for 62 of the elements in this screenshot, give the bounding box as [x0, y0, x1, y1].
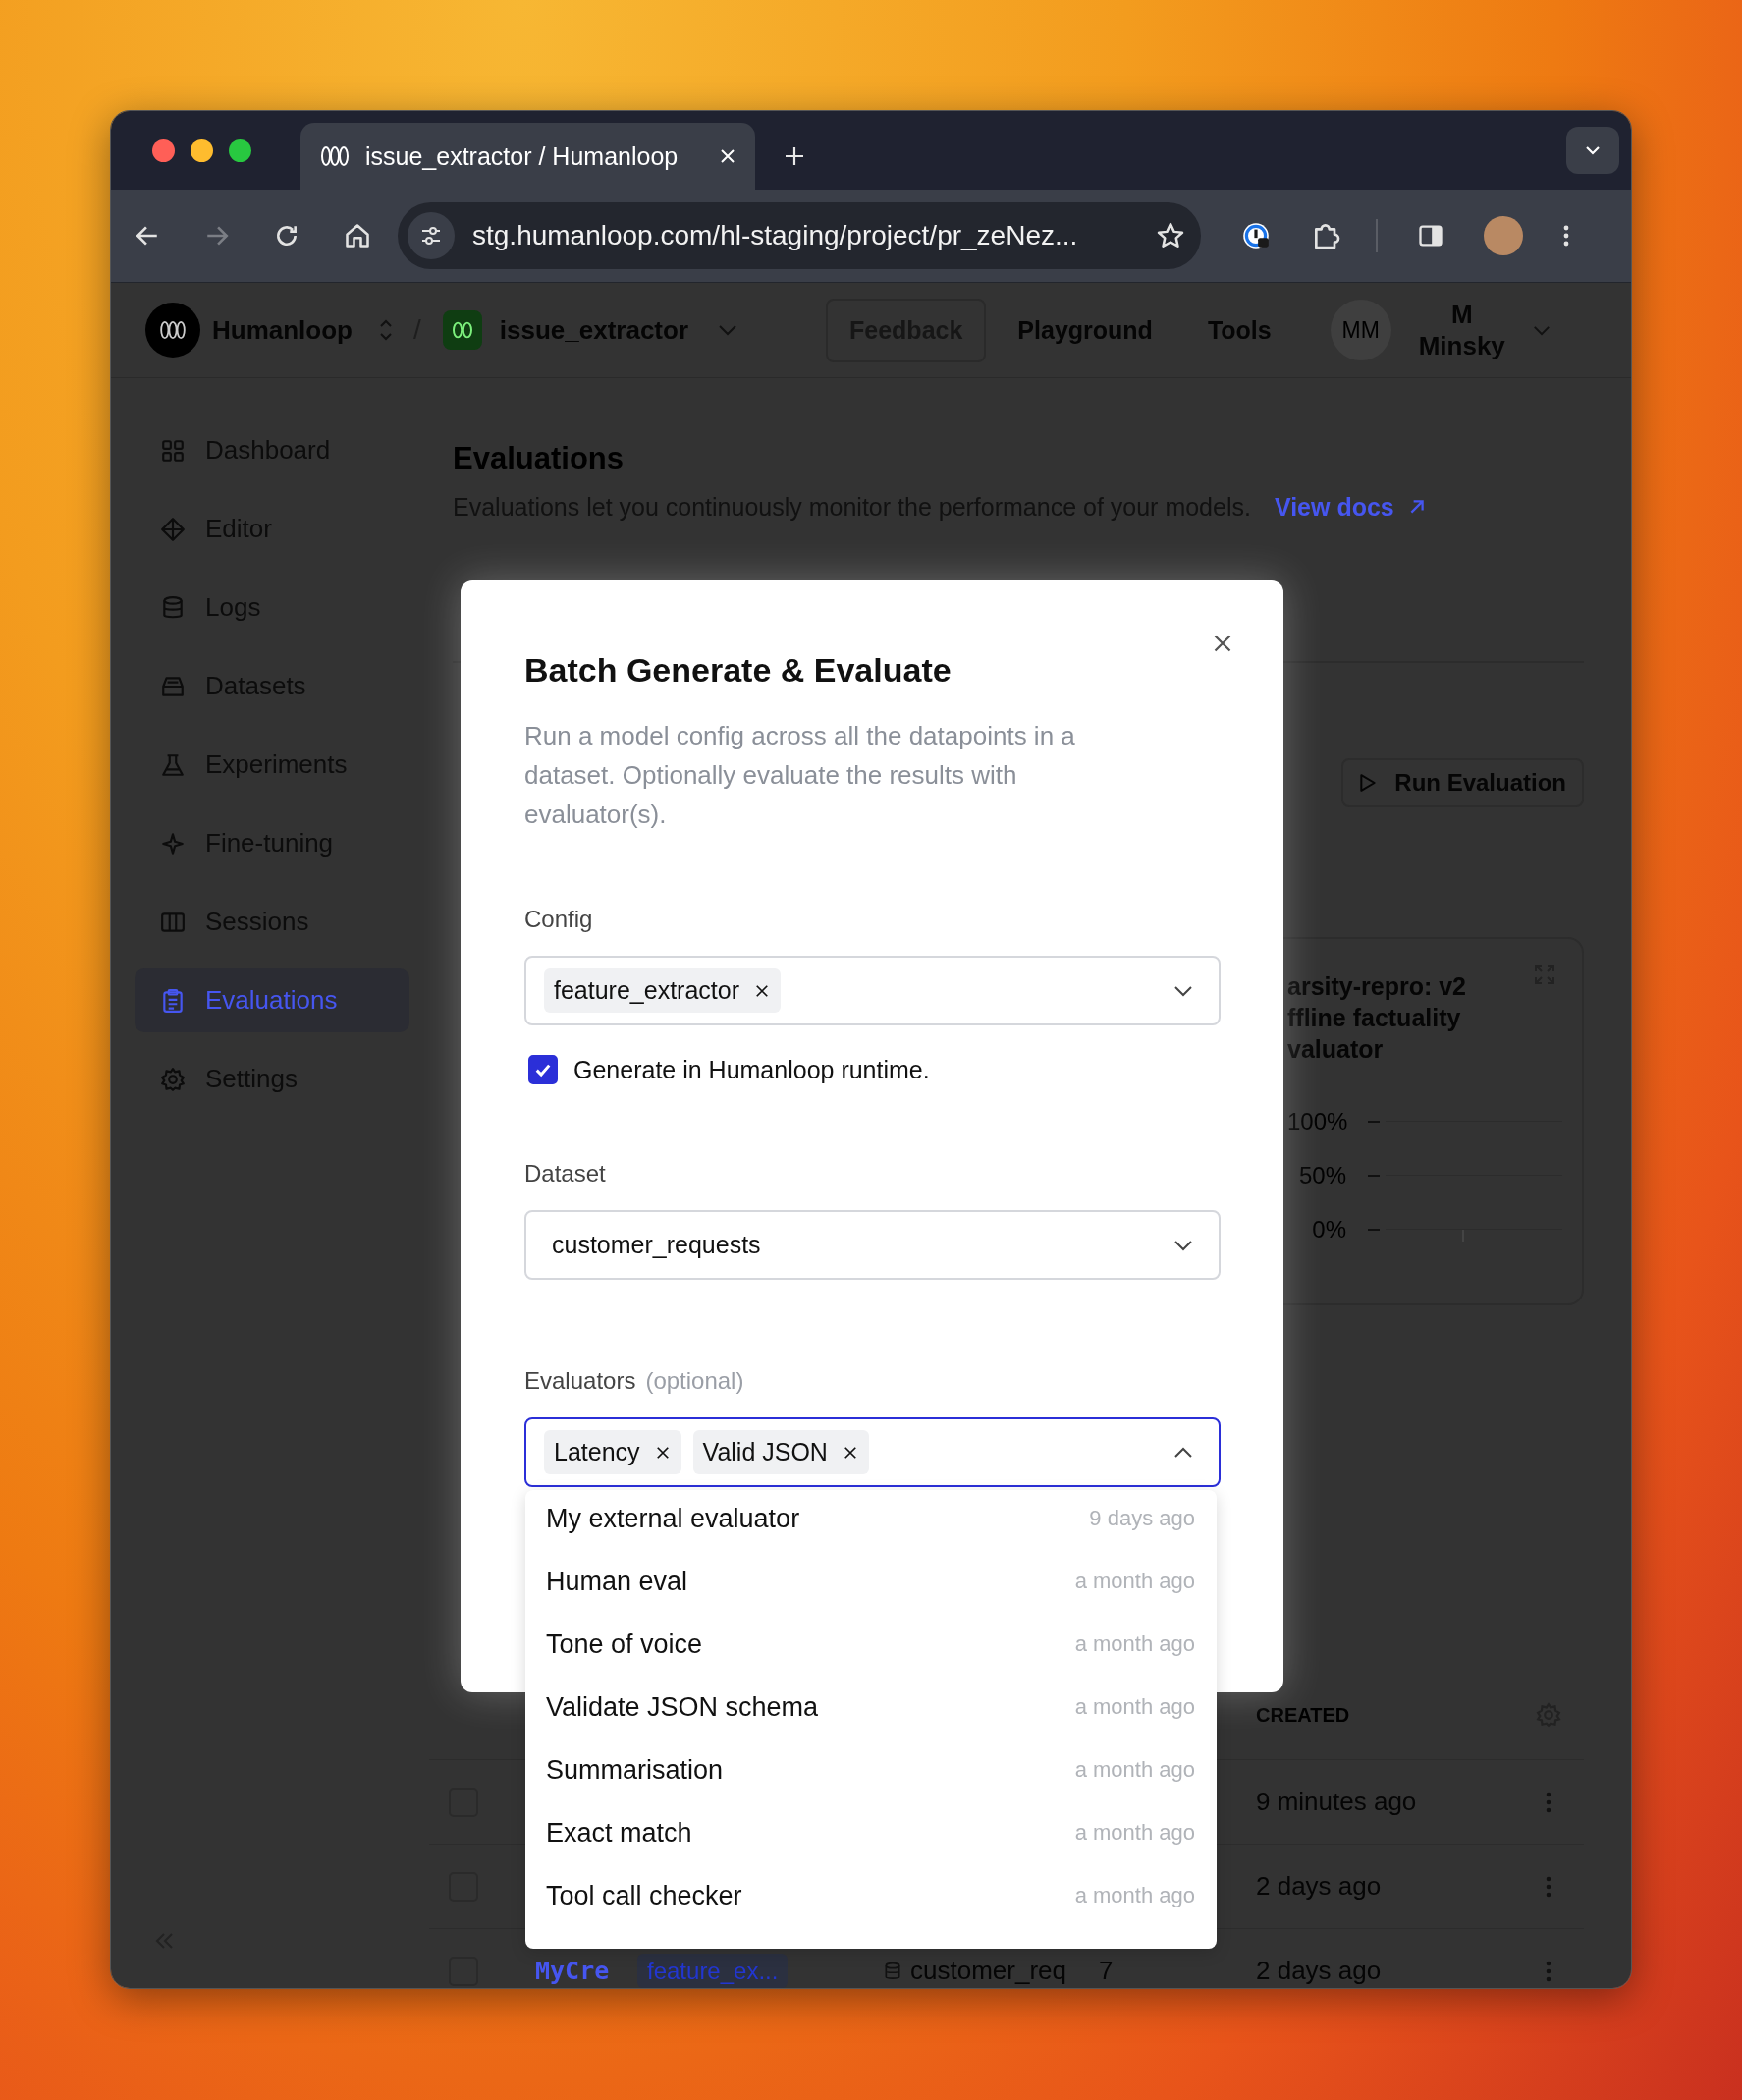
dataset-select[interactable]: customer_requests [524, 1210, 1221, 1280]
close-window-button[interactable] [152, 139, 175, 162]
home-icon[interactable] [344, 222, 371, 249]
profile-avatar[interactable] [1484, 216, 1523, 255]
config-chip[interactable]: feature_extractor [544, 968, 781, 1013]
diamond-icon [160, 516, 186, 542]
view-docs-link[interactable]: View docs [1274, 489, 1426, 525]
chevron-up-icon [1173, 1446, 1193, 1459]
chevron-down-icon [1585, 145, 1601, 155]
site-settings-icon[interactable] [408, 212, 455, 259]
more-options-icon[interactable] [1562, 223, 1570, 249]
gear-icon [160, 1066, 186, 1092]
evaluator-chip[interactable]: Valid JSON [692, 1430, 869, 1474]
sidebar-item[interactable]: Evaluations [135, 968, 409, 1032]
database-icon [883, 1961, 902, 1981]
evaluator-option[interactable]: Summarisation a month ago [525, 1739, 1217, 1801]
password-extension-icon[interactable] [1240, 220, 1272, 251]
evaluation-name-link[interactable]: MyCre [535, 1957, 610, 1985]
url-text: stg.humanloop.com/hl-staging/project/pr_zeNez... [472, 220, 1079, 251]
chevron-down-icon [1173, 984, 1193, 997]
field-label: Config [524, 905, 594, 934]
user-avatar[interactable]: MM [1330, 300, 1391, 360]
clipboard-icon [160, 987, 186, 1014]
bookmark-star-icon[interactable] [1156, 221, 1185, 250]
checkbox-label: Generate in Humanloop runtime. [573, 1055, 930, 1084]
minimize-window-button[interactable] [191, 139, 213, 162]
browser-tab[interactable]: issue_extractor / Humanloop [300, 123, 755, 190]
loops-logo-icon [320, 145, 350, 167]
config-select[interactable]: feature_extractor [524, 956, 1221, 1025]
evaluator-option[interactable]: Exact match a month ago [525, 1801, 1217, 1864]
chevron-down-icon [1173, 1239, 1193, 1251]
remove-icon[interactable] [755, 983, 769, 998]
evaluators-select[interactable]: Latency Valid JSON [524, 1417, 1221, 1487]
evaluator-option[interactable]: Validate JSON schema a month ago [525, 1676, 1217, 1739]
org-logo-icon [145, 303, 200, 358]
maximize-window-button[interactable] [229, 139, 251, 162]
evaluator-option[interactable]: My external evaluator 9 days ago [525, 1487, 1217, 1550]
database-icon [160, 594, 186, 621]
breadcrumb-separator: / [413, 314, 421, 346]
optional-hint: (optional) [645, 1366, 744, 1396]
flask-icon [160, 751, 186, 778]
field-label: Dataset [524, 1159, 607, 1188]
dialog-description: Run a model config across all the datapoints in a dataset. Optionally evaluate the results with evaluator(s). [524, 720, 1076, 831]
new-tab-icon[interactable] [785, 146, 804, 166]
sparkle-icon [160, 830, 186, 857]
dialog-title: Batch Generate & Evaluate [524, 650, 953, 691]
evaluator-option[interactable]: Tool call checker a month ago [525, 1864, 1217, 1927]
evaluator-chip[interactable]: Latency [544, 1430, 681, 1474]
field-label: Evaluators [524, 1366, 636, 1396]
tab-title: issue_extractor / Humanloop [365, 141, 680, 171]
evaluator-option[interactable]: Tone of voice a month ago [525, 1613, 1217, 1676]
play-icon [1359, 773, 1378, 793]
config-tag: feature_ex... [637, 1953, 789, 1988]
close-icon[interactable] [1213, 634, 1232, 653]
reload-icon[interactable] [274, 223, 299, 249]
project-logo-icon [442, 310, 482, 350]
remove-icon[interactable] [655, 1445, 670, 1460]
address-bar[interactable]: stg.humanloop.com/hl-staging/project/pr_zeNez... [398, 202, 1201, 269]
remove-icon[interactable] [843, 1445, 857, 1460]
evaluator-option[interactable]: Human eval a month ago [525, 1550, 1217, 1613]
grid-icon [160, 437, 186, 464]
runtime-checkbox[interactable] [528, 1055, 558, 1084]
